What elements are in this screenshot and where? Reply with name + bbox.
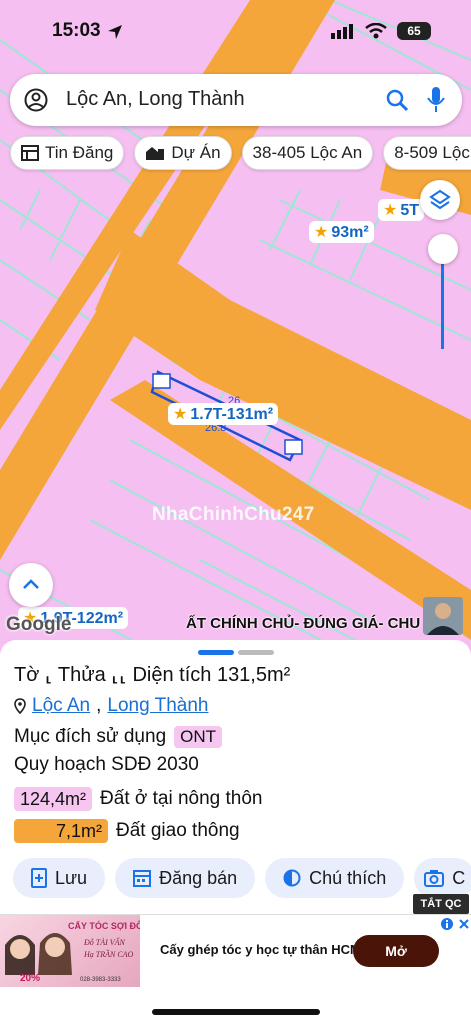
location-arrow-icon (108, 25, 122, 39)
land-purpose-row: Mục đích sử dụng ONT (14, 726, 223, 748)
filter-chips: Tin Đăng Dự Án 38-405 Lộc An 8-509 Lộc A (10, 136, 471, 170)
chip-label: Dự Án (171, 143, 221, 162)
purpose-code-badge: ONT (174, 726, 223, 748)
camera-icon (424, 870, 445, 887)
chip-label: 38-405 Lộc An (252, 143, 363, 162)
layers-icon (429, 189, 451, 210)
ad-picture: CẤY TÓC SỢI ĐÔI Đỗ TÀI VẤN Hạ TRẦN CAO 2… (5, 920, 146, 984)
opacity-slider-track[interactable] (441, 255, 444, 349)
map-listing-tag[interactable]: ★ 93m² (309, 221, 374, 243)
parcel-info-sheet: Tờ ⸤ Thửa ⸤⸤ Diện tích 131,5m² Lộc An, L… (0, 640, 471, 915)
action-buttons: Lưu Đăng bán Chú thích C (13, 858, 471, 898)
star-icon: ★ (314, 224, 329, 241)
plan-label: Quy hoạch SDĐ 2030 (14, 754, 199, 776)
signal-icon (331, 24, 353, 39)
purpose-label: Mục đích sử dụng (14, 726, 167, 747)
calendar-icon (133, 870, 152, 887)
plan-label-text: Quy hoạch SDĐ 2030 (14, 754, 199, 775)
chevron-up-icon (23, 579, 39, 589)
search-bar[interactable]: Lộc An, Long Thành (10, 74, 462, 126)
home-indicator[interactable] (152, 1009, 320, 1015)
search-query[interactable]: Lộc An, Long Thành (66, 88, 245, 111)
status-bar: 15:03 65 (0, 0, 471, 60)
legend-area: 124,4m² (14, 787, 93, 811)
ad-info-icon[interactable] (440, 917, 454, 931)
ad-promo: CẤY TÓC SỢI ĐÔI (68, 920, 140, 931)
chip-label: 8-509 Lộc A (394, 143, 471, 162)
listing-marquee[interactable]: ẤT CHÍNH CHỦ- ĐÚNG GIÁ- CHU (186, 615, 420, 632)
close-ad-button[interactable]: TẮT QC (413, 894, 469, 914)
ad-doctor: Hạ TRẦN CAO (83, 949, 134, 959)
legend-label: Đất giao thông (116, 820, 240, 841)
account-icon[interactable] (24, 88, 48, 112)
ad-banner[interactable]: CẤY TÓC SỢI ĐÔI Đỗ TÀI VẤN Hạ TRẦN CAO 2… (0, 914, 471, 987)
ad-open-button[interactable]: Mở (353, 935, 439, 967)
post-sale-button[interactable]: Đăng bán (115, 858, 256, 898)
legend-area: 7,1m² (14, 819, 109, 843)
chip-parcel-1[interactable]: 38-405 Lộc An (241, 136, 374, 170)
map-view[interactable]: 26 26.8 15:03 65 Lộc An, Long Thành Tin … (0, 0, 471, 660)
bookmark-add-icon (31, 868, 47, 888)
sheet-handle-secondary[interactable] (238, 650, 274, 655)
person-avatar (423, 597, 463, 635)
chip-parcel-2[interactable]: 8-509 Lộc A (383, 136, 471, 170)
post-sale-label: Đăng bán (159, 867, 238, 888)
legend-row: 7,1m² Đất giao thông (14, 819, 240, 843)
legend-label: Chú thích (309, 867, 387, 888)
legend-button[interactable]: Chú thích (265, 858, 405, 898)
ad-discount: 20% (20, 973, 40, 984)
legend-row: 124,4m² Đất ở tại nông thôn (14, 787, 263, 811)
pin-icon (14, 698, 26, 714)
battery-icon: 65 (397, 22, 431, 40)
legend-label: Đất ở tại nông thôn (100, 788, 263, 809)
parcel-title: Tờ ⸤ Thửa ⸤⸤ Diện tích 131,5m² (14, 664, 291, 686)
chip-tin-dang[interactable]: Tin Đăng (10, 136, 125, 170)
save-button[interactable]: Lưu (13, 858, 106, 898)
chip-du-an[interactable]: Dự Án (134, 136, 232, 170)
table-icon (21, 145, 39, 161)
chip-label: Tin Đăng (45, 143, 114, 162)
ad-close-icon[interactable] (458, 918, 470, 930)
opacity-slider-knob[interactable] (428, 234, 458, 264)
search-icon[interactable] (385, 88, 409, 112)
ad-consult: Đỗ TÀI VẤN (83, 937, 126, 947)
ad-headline[interactable]: Cấy ghép tóc y học tự thân HCM (160, 942, 361, 957)
google-logo: Google (6, 614, 72, 635)
building-icon (146, 147, 165, 160)
microphone-icon[interactable] (426, 86, 446, 114)
location-link-commune[interactable]: Lộc An (32, 695, 90, 717)
wifi-icon (365, 23, 387, 39)
watermark: NhaChinhChu247 (152, 504, 315, 525)
save-label: Lưu (55, 867, 88, 888)
location-separator: , (96, 695, 102, 716)
listing-thumbnail[interactable] (423, 597, 463, 635)
tag-text: 93m² (331, 224, 369, 241)
status-time: 15:03 (52, 20, 101, 41)
camera-button[interactable]: C (414, 858, 471, 898)
tag-text: 1.7T-131m² (190, 406, 274, 423)
ad-phone: 028-3983-3333 (80, 977, 121, 983)
parcel-location: Lộc An, Long Thành (14, 695, 208, 717)
star-icon: ★ (383, 202, 398, 219)
expand-sheet-button[interactable] (9, 563, 53, 607)
ad-image: CẤY TÓC SỢI ĐÔI Đỗ TÀI VẤN Hạ TRẦN CAO 2… (0, 915, 146, 987)
location-link-district[interactable]: Long Thành (107, 695, 208, 717)
map-listing-tag[interactable]: ★ 5T (378, 199, 425, 221)
tag-text: 5T (400, 202, 420, 219)
sheet-handle[interactable] (198, 650, 234, 655)
layers-button[interactable] (420, 180, 460, 220)
contrast-icon (283, 869, 301, 887)
star-icon: ★ (173, 406, 188, 423)
map-listing-tag[interactable]: ★ 1.7T-131m² (168, 403, 279, 425)
camera-label: C (452, 867, 466, 888)
